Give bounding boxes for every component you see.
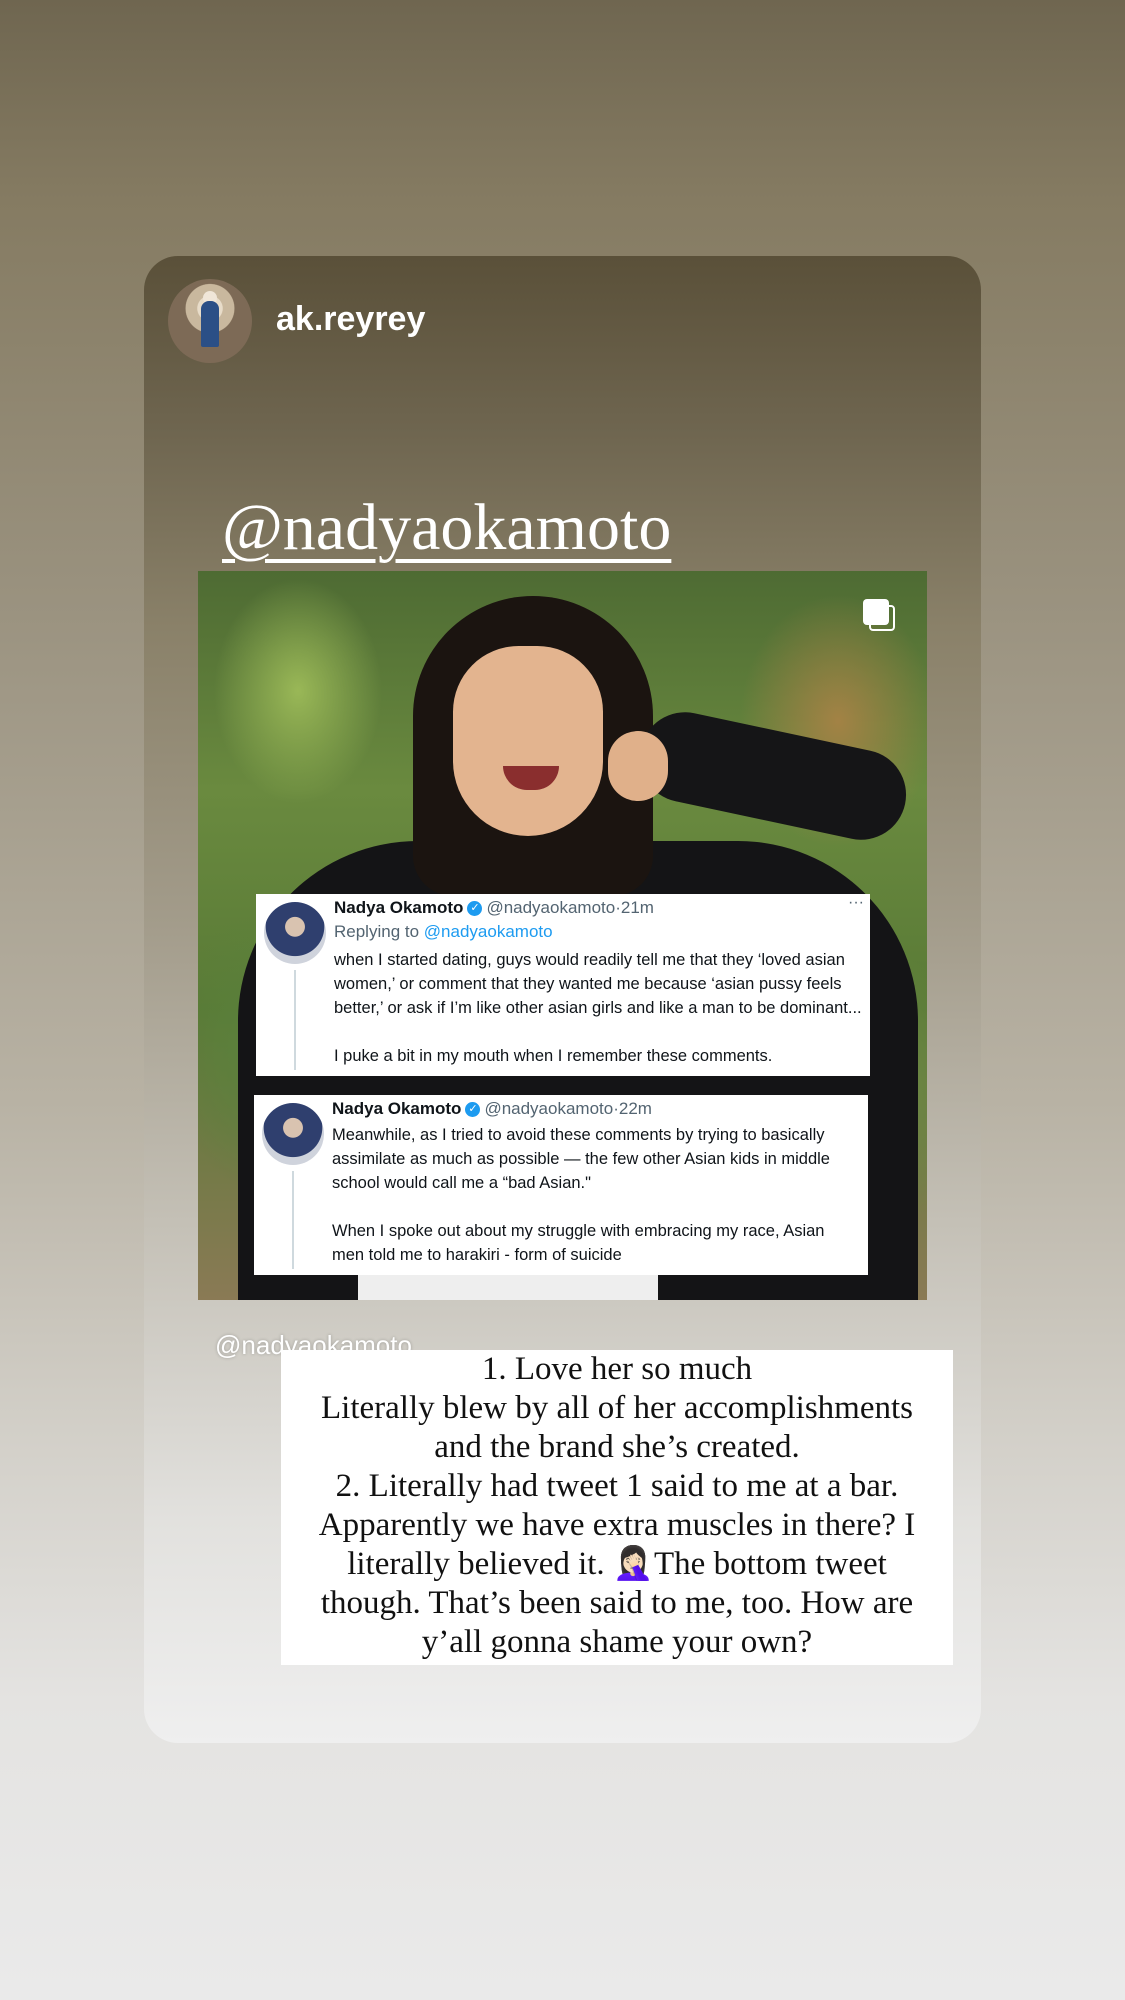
caption-line: and the brand she’s created. <box>434 1429 800 1465</box>
thread-line <box>292 1171 294 1269</box>
tweet-card: Nadya Okamoto ✓ @nadyaokamoto·21m ··· Repl… <box>256 894 870 1076</box>
tweet-time: 21m <box>620 898 654 917</box>
carousel-icon <box>863 599 895 631</box>
caption-line: though. That’s been said to me, too. How… <box>320 1585 914 1621</box>
caption-text-box: 1. Love her so much Literally blew by al… <box>281 1350 953 1665</box>
caption-line: Literally blew by all of her accomplishm… <box>321 1390 913 1426</box>
story-username[interactable]: ak.reyrey <box>276 300 425 339</box>
photo-arm-shape <box>631 703 915 849</box>
tweet-text: when I started dating, guys would readil… <box>334 948 862 1068</box>
caption-line: literally believed it. 🤦🏻‍♀️The bottom t… <box>347 1546 887 1582</box>
mention-sticker[interactable]: @nadyaokamoto <box>222 490 671 566</box>
tweet-paragraph: when I started dating, guys would readil… <box>334 951 862 1017</box>
replying-prefix: Replying to <box>334 922 420 941</box>
tweet-handle: @nadyaokamoto <box>486 898 616 917</box>
tweet-time: 22m <box>618 1099 652 1118</box>
tweet-card: Nadya Okamoto ✓ @nadyaokamoto·22m Meanwhil… <box>254 1095 868 1275</box>
photo-hand-shape <box>608 731 668 801</box>
tweet-paragraph: Meanwhile, as I tried to avoid these com… <box>332 1126 830 1192</box>
verified-badge-icon: ✓ <box>467 901 483 917</box>
caption-line: y’all gonna shame your own? <box>421 1624 813 1660</box>
tweet-author-name: Nadya Okamoto <box>334 898 464 917</box>
caption-line: 2. Literally had tweet 1 said to me at a… <box>335 1468 899 1504</box>
thread-line <box>294 970 296 1070</box>
replying-handle: @nadyaokamoto <box>423 922 553 941</box>
tweet-header: Nadya Okamoto ✓ @nadyaokamoto·22m <box>332 1099 652 1119</box>
replying-to: Replying to @nadyaokamoto <box>334 922 553 942</box>
profile-avatar[interactable] <box>168 279 252 363</box>
tweet-text: Meanwhile, as I tried to avoid these com… <box>332 1123 860 1267</box>
tweet-avatar <box>262 1103 324 1165</box>
tweet-paragraph: When I spoke out about my struggle with … <box>332 1222 825 1264</box>
verified-badge-icon: ✓ <box>465 1102 481 1118</box>
more-options-icon: ··· <box>848 894 864 911</box>
tweet-header: Nadya Okamoto ✓ @nadyaokamoto·21m <box>334 898 654 918</box>
tweet-handle: @nadyaokamoto <box>484 1099 614 1118</box>
avatar-figure-shape <box>201 301 219 347</box>
caption-line: Apparently we have extra muscles in ther… <box>318 1507 916 1543</box>
tweet-paragraph: I puke a bit in my mouth when I remember… <box>334 1047 773 1065</box>
caption-line: 1. Love her so much <box>481 1351 753 1387</box>
tweet-author-name: Nadya Okamoto <box>332 1099 462 1118</box>
photo-face-shape <box>453 646 603 836</box>
tweet-avatar <box>264 902 326 964</box>
